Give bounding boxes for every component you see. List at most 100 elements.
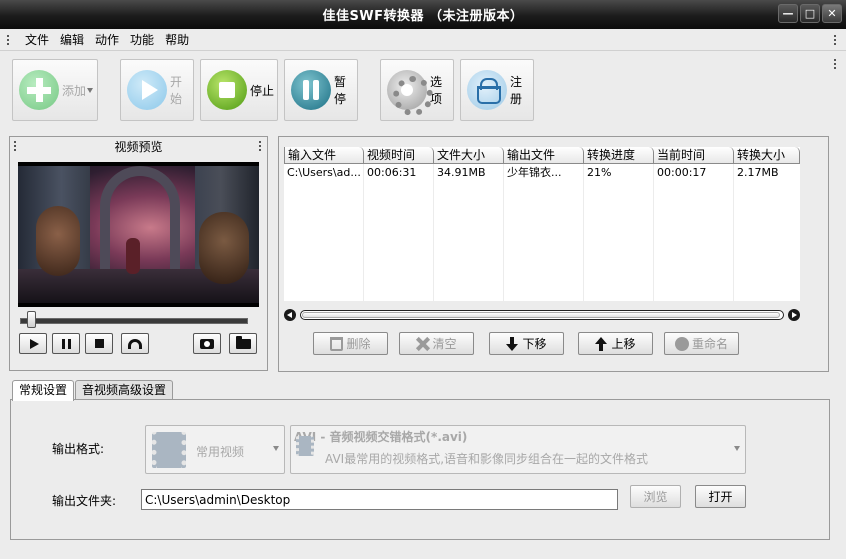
move-up-button[interactable]: 上移 bbox=[578, 332, 653, 355]
stop-button-label: 停止 bbox=[250, 83, 275, 98]
menu-grip-right-icon bbox=[834, 35, 838, 45]
column-progress[interactable]: 转换进度 bbox=[584, 147, 654, 164]
clear-x-icon bbox=[416, 337, 429, 351]
basket-icon bbox=[467, 70, 507, 110]
column-file-size[interactable]: 文件大小 bbox=[434, 147, 504, 164]
cell-video-time: 00:06:31 bbox=[367, 166, 417, 179]
window-title: 佳佳SWF转换器 （未注册版本） bbox=[322, 9, 524, 24]
stop-icon bbox=[94, 339, 104, 348]
film-icon bbox=[296, 436, 314, 456]
folder-icon bbox=[235, 335, 251, 349]
cell-file-size: 34.91MB bbox=[437, 166, 486, 179]
add-button-label: 添加 bbox=[62, 83, 87, 98]
scroll-right-icon[interactable] bbox=[788, 309, 800, 321]
add-button[interactable]: 添加 bbox=[12, 59, 98, 121]
arrow-down-icon bbox=[506, 336, 519, 351]
chevron-down-icon[interactable] bbox=[273, 446, 279, 451]
format-category-select[interactable]: 常用视频 bbox=[145, 425, 285, 474]
headphones-icon bbox=[128, 338, 142, 349]
trash-icon bbox=[330, 336, 344, 351]
column-input-file[interactable]: 输入文件 bbox=[284, 147, 364, 164]
browse-button[interactable]: 浏览 bbox=[630, 485, 681, 508]
menu-help[interactable]: 帮助 bbox=[160, 31, 194, 48]
file-list-body: C:\Users\ad... 00:06:31 34.91MB 少年锦衣... … bbox=[284, 164, 800, 182]
preview-stop-button[interactable] bbox=[85, 333, 113, 354]
tab-general-settings[interactable]: 常规设置 bbox=[12, 380, 75, 401]
start-button-label: 开始 bbox=[170, 75, 183, 106]
play-icon bbox=[29, 338, 39, 349]
play-icon bbox=[127, 70, 167, 110]
start-button[interactable]: 开始 bbox=[120, 59, 194, 121]
menu-edit[interactable]: 编辑 bbox=[55, 31, 89, 48]
stop-button[interactable]: 停止 bbox=[200, 59, 278, 121]
preview-play-button[interactable] bbox=[19, 333, 47, 354]
cell-converted-size: 2.17MB bbox=[737, 166, 779, 179]
column-output-file[interactable]: 输出文件 bbox=[504, 147, 584, 164]
column-video-time[interactable]: 视频时间 bbox=[364, 147, 434, 164]
chevron-down-icon[interactable] bbox=[734, 446, 740, 451]
move-down-button-label: 下移 bbox=[522, 337, 547, 351]
table-row[interactable]: C:\Users\ad... 00:06:31 34.91MB 少年锦衣... … bbox=[284, 164, 800, 182]
preview-grip-right-icon[interactable] bbox=[259, 141, 263, 151]
preview-title: 视频预览 bbox=[114, 140, 163, 154]
menu-action[interactable]: 动作 bbox=[90, 31, 124, 48]
general-settings-panel: 输出格式: 常用视频 AVI - 音频视频交错格式(*.avi) AVI最常用的… bbox=[10, 399, 830, 540]
open-folder-button[interactable]: 打开 bbox=[695, 485, 746, 508]
tab-advanced-settings[interactable]: 音视频高级设置 bbox=[75, 380, 174, 400]
seek-thumb[interactable] bbox=[27, 311, 36, 328]
seek-bar[interactable] bbox=[20, 318, 248, 324]
horizontal-scrollbar[interactable] bbox=[284, 309, 800, 321]
pause-button-label: 暂停 bbox=[334, 75, 347, 106]
rename-button[interactable]: 重命名 bbox=[664, 332, 739, 355]
options-button[interactable]: 选项 bbox=[380, 59, 454, 121]
scroll-left-icon[interactable] bbox=[284, 309, 296, 321]
preview-pause-button[interactable] bbox=[52, 333, 80, 354]
chevron-down-icon[interactable] bbox=[87, 88, 93, 93]
menu-grip-icon[interactable] bbox=[7, 35, 11, 45]
format-category-value: 常用视频 bbox=[196, 445, 245, 459]
stop-icon bbox=[207, 70, 247, 110]
video-frame bbox=[18, 162, 259, 307]
options-button-label: 选项 bbox=[430, 75, 443, 106]
output-format-select[interactable]: AVI - 音频视频交错格式(*.avi) AVI最常用的视频格式,语音和影像同… bbox=[290, 425, 746, 474]
register-button-label: 注册 bbox=[510, 75, 523, 106]
minimize-button[interactable]: — bbox=[778, 4, 798, 23]
pause-button[interactable]: 暂停 bbox=[284, 59, 358, 121]
output-folder-label: 输出文件夹: bbox=[52, 494, 117, 508]
pause-icon bbox=[291, 70, 331, 110]
menu-file[interactable]: 文件 bbox=[20, 31, 54, 48]
preview-loop-button[interactable] bbox=[121, 333, 149, 354]
camera-icon bbox=[200, 338, 214, 349]
snapshot-button[interactable] bbox=[193, 333, 221, 354]
window-controls: — □ ✕ bbox=[778, 4, 842, 23]
register-button[interactable]: 注册 bbox=[460, 59, 534, 121]
cell-current-time: 00:00:17 bbox=[657, 166, 707, 179]
scroll-track[interactable] bbox=[300, 310, 784, 320]
gear-icon bbox=[387, 70, 433, 116]
pause-icon bbox=[61, 338, 71, 349]
column-current-time[interactable]: 当前时间 bbox=[654, 147, 734, 164]
column-converted-size[interactable]: 转换大小 bbox=[734, 147, 800, 164]
open-snapshot-folder-button[interactable] bbox=[229, 333, 257, 354]
file-list-header: 输入文件 视频时间 文件大小 输出文件 转换进度 当前时间 转换大小 bbox=[284, 147, 800, 164]
plus-icon bbox=[19, 70, 59, 110]
format-description: AVI最常用的视频格式,语音和影像同步组合在一起的文件格式 bbox=[325, 452, 649, 466]
delete-button[interactable]: 删除 bbox=[313, 332, 388, 355]
cell-progress: 21% bbox=[587, 166, 612, 179]
rename-icon bbox=[674, 336, 689, 351]
menu-bar: 文件 编辑 动作 功能 帮助 bbox=[0, 29, 846, 51]
move-up-button-label: 上移 bbox=[611, 337, 636, 351]
menu-function[interactable]: 功能 bbox=[125, 31, 159, 48]
clear-button[interactable]: 清空 bbox=[399, 332, 474, 355]
scroll-thumb[interactable] bbox=[302, 312, 780, 318]
move-down-button[interactable]: 下移 bbox=[489, 332, 564, 355]
rename-button-label: 重命名 bbox=[691, 337, 728, 351]
clear-button-label: 清空 bbox=[432, 337, 457, 351]
maximize-button[interactable]: □ bbox=[800, 4, 820, 23]
arrow-up-icon bbox=[595, 336, 608, 351]
output-folder-input[interactable] bbox=[141, 489, 618, 510]
file-list: 输入文件 视频时间 文件大小 输出文件 转换进度 当前时间 转换大小 C:\Us… bbox=[284, 147, 800, 301]
close-button[interactable]: ✕ bbox=[822, 4, 842, 23]
cell-output-file: 少年锦衣... bbox=[507, 166, 562, 179]
toolbar: 添加 开始 停止 暂停 选项 注册 bbox=[0, 51, 846, 131]
